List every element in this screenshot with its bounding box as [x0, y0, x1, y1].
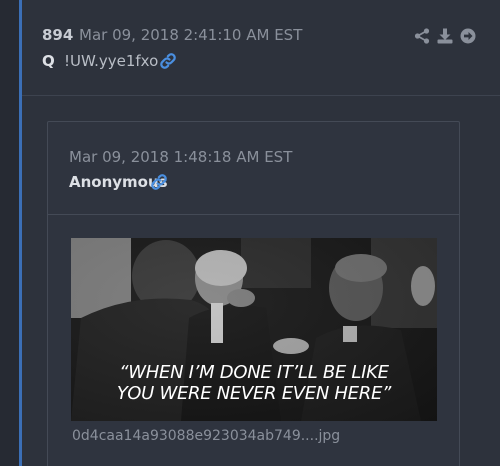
image-caption-line-1: “WHEN I’M DONE IT’LL BE LIKE [119, 362, 389, 383]
share-icon[interactable] [414, 28, 430, 44]
attached-image[interactable]: “WHEN I’M DONE IT’LL BE LIKE YOU WERE NE… [71, 238, 437, 421]
link-icon[interactable] [159, 52, 177, 70]
post-actions [414, 28, 476, 44]
post-header: 894 Mar 09, 2018 2:41:10 AM EST Q !UW.yy… [22, 0, 500, 96]
post-author: Q [42, 52, 55, 70]
image-caption-line-2: YOU WERE NEVER EVEN HERE” [116, 383, 392, 404]
image-filename-link[interactable]: 0d4caa14a93088e923034ab749....jpg [72, 428, 340, 444]
post: 894 Mar 09, 2018 2:41:10 AM EST Q !UW.yy… [19, 0, 500, 466]
page: 894 Mar 09, 2018 2:41:10 AM EST Q !UW.yy… [0, 0, 500, 466]
post-date: Mar 09, 2018 2:41:10 AM EST [79, 26, 303, 44]
download-icon[interactable] [437, 28, 453, 44]
quoted-post-date: Mar 09, 2018 1:48:18 AM EST [69, 148, 293, 166]
arrow-right-circle-icon[interactable] [460, 28, 476, 44]
quoted-post-header: Mar 09, 2018 1:48:18 AM EST Anonymous [48, 122, 459, 215]
post-tripcode: !UW.yye1fxo [64, 52, 159, 70]
post-number[interactable]: 894 [42, 26, 73, 44]
link-icon[interactable] [150, 173, 168, 191]
quoted-post: Mar 09, 2018 1:48:18 AM EST Anonymous “W… [47, 121, 460, 466]
image-caption: “WHEN I’M DONE IT’LL BE LIKE YOU WERE NE… [71, 362, 437, 404]
